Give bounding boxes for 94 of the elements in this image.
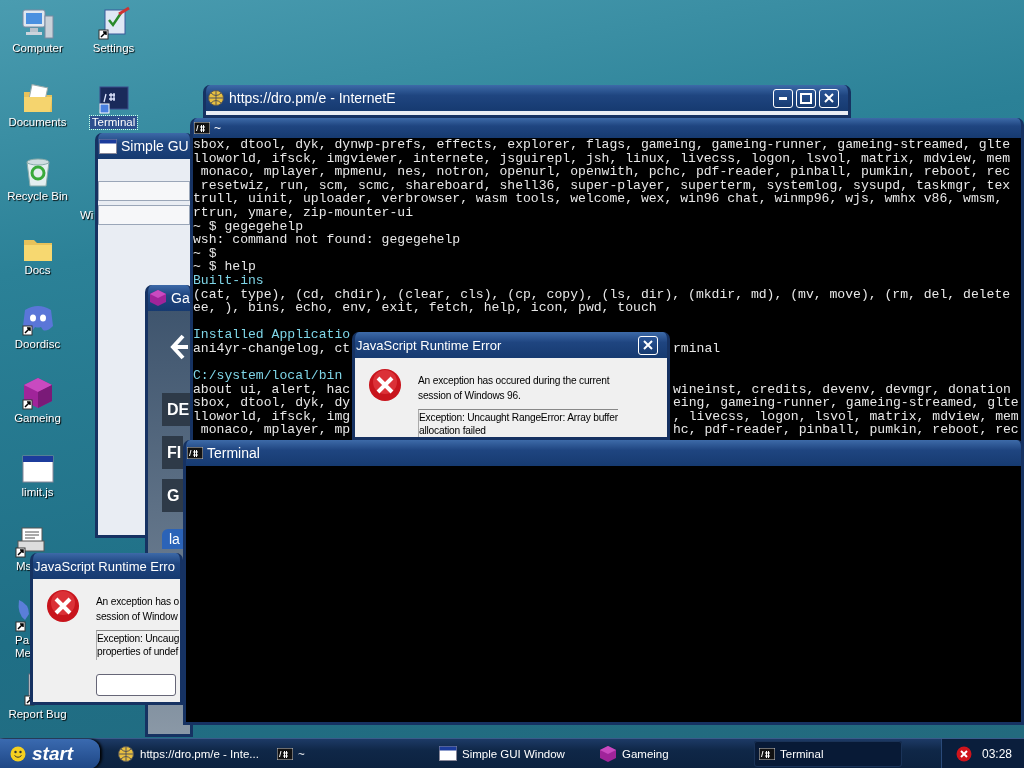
terminal-line: (cat, type), (cd, chdir), (clear, cls), (cp, copy), (ls, dir), (mkdir, md), (mv, move), (rm, del, delete — [193, 287, 1011, 302]
minimize-button[interactable] — [773, 88, 793, 108]
terminal-line: resetwiz, run, scm, scmc, shareboard, shell36, super-player, superterm, systemlog, sysupd, taskmgr, tex — [199, 178, 1011, 193]
terminal-line: monaco, mplayer, mp — [199, 423, 351, 438]
input-field[interactable] — [98, 181, 190, 201]
terminal-line: lloworld, ifsck, imgviewer, internete, jsguirepl, jsh, linux, livecss, logon, lsvol, matrix, mdview, mem — [193, 151, 1011, 166]
maximize-button[interactable] — [796, 88, 816, 108]
cube-icon — [20, 376, 55, 410]
terminal-icon — [187, 447, 203, 459]
window-title: Ga — [171, 290, 190, 306]
icon-label[interactable]: Ms — [14, 560, 34, 573]
terminal-line: rtrun, ymare, zip-mounter-ui — [193, 205, 413, 220]
back-arrow-icon[interactable] — [170, 333, 188, 361]
icon-label[interactable]: limit.js — [19, 486, 56, 499]
window-icon — [21, 454, 54, 484]
error-details: Exception: Uncaug properties of undef — [96, 630, 180, 660]
close-icon — [824, 93, 834, 103]
window-title: Simple GU — [121, 138, 189, 154]
taskbar-item[interactable]: https://dro.pm/e - Inte... — [112, 740, 260, 767]
icon-label[interactable]: Terminal — [89, 116, 138, 129]
folder-icon — [21, 84, 54, 114]
terminal-line: trull, uinit, uploader, verbrowser, wasm tools, welcome, wex, win96 chat, winmp96, wjs, wmhx v86, wmsm, — [193, 192, 1003, 206]
window-title: JavaScript Runtime Error — [356, 337, 502, 353]
terminal-icon — [277, 747, 293, 760]
maximize-icon — [800, 92, 812, 104]
terminal-icon — [98, 86, 129, 114]
close-button[interactable] — [638, 335, 658, 355]
taskbar-item[interactable]: ~ — [272, 740, 422, 767]
terminal-line: ~ $ gegegehelp — [193, 219, 303, 234]
terminal-line: , livecss, logon, lsvol, matrix, mdview, mem — [673, 409, 1019, 424]
terminal-line: hc, pdf-reader, pinball, pumkin, reboot, rec — [673, 423, 1019, 438]
window-icon — [439, 746, 457, 761]
terminal-line: wsh: command not found: gegegehelp — [193, 233, 461, 247]
taskbar-item[interactable]: Gameing — [594, 740, 742, 767]
close-icon — [643, 340, 653, 350]
terminal-line: rminal — [673, 341, 721, 356]
menu-button[interactable]: G — [162, 479, 183, 512]
error-message: An exception has occured during the current session of Windows 96. — [418, 374, 611, 403]
input-field[interactable] — [98, 205, 190, 225]
terminal-line: about ui, alert, hac — [193, 382, 351, 397]
globe-icon — [207, 89, 225, 107]
icon-label[interactable]: Computer — [10, 42, 65, 55]
error-details: Exception: Uncaught RangeError: Array buffer allocation failed — [418, 409, 618, 437]
section-heading: Built-ins — [193, 273, 264, 288]
window-icon — [99, 138, 117, 154]
terminal-line: eing, gameing-runner, gameing-streamed, glte — [673, 396, 1019, 410]
terminal-line: sbox, dtool, dyk, dynwp-prefs, effects, explorer, flags, gameing, gameing-runner, gameing-streamed, glte — [193, 138, 1011, 152]
terminal-line: ~ $ — [193, 246, 217, 261]
settings-icon — [96, 6, 131, 40]
error-icon[interactable] — [955, 745, 972, 762]
error-icon — [46, 589, 80, 623]
icon-label[interactable]: Docs — [22, 264, 53, 277]
icon-label[interactable]: Gameing — [12, 412, 63, 425]
window-title: https://dro.pm/e - InternetE — [229, 90, 396, 106]
printer-icon — [14, 526, 48, 558]
icon-label[interactable]: Wi — [80, 209, 94, 222]
smiley-icon — [10, 745, 26, 762]
menu-button[interactable]: DE — [162, 393, 190, 426]
window-title: ~ — [214, 121, 221, 135]
terminal-line: sbox, dtool, dyk, dy — [193, 396, 351, 410]
terminal-line: monaco, mplayer, mpmenu, nes, notron, openurl, openwith, pchc, pdf-reader, pinball, pumkin, reboot, rec — [199, 165, 1011, 179]
start-button[interactable]: start — [0, 738, 100, 768]
section-heading: C:/system/local/bin — [193, 369, 343, 383]
menu-button[interactable]: FI — [162, 436, 183, 469]
window-title: JavaScript Runtime Erro — [34, 558, 175, 574]
taskbar-item[interactable]: Terminal — [754, 740, 902, 767]
terminal-icon — [194, 122, 210, 134]
terminal-line: ~ $ help — [193, 260, 256, 274]
section-heading: Installed Applicatio — [193, 328, 351, 342]
window-title: Terminal — [207, 445, 260, 461]
palette-icon — [15, 598, 29, 632]
icon-label[interactable]: Documents — [6, 116, 69, 129]
terminal-line: ani4yr-changelog, ct — [193, 341, 351, 356]
terminal-line: ee, ), bins, echo, env, exit, fetch, help, icon, pwd, touch — [193, 301, 657, 315]
globe-icon — [117, 744, 135, 763]
tab[interactable]: la — [162, 529, 183, 549]
icon-label[interactable]: Report Bug — [6, 708, 69, 721]
error-icon — [368, 368, 402, 402]
minimize-icon — [779, 96, 787, 100]
error-message: An exception has o session of Window — [96, 595, 180, 624]
ok-button[interactable] — [96, 674, 176, 696]
cube-icon — [149, 289, 167, 307]
icon-label[interactable]: Pa Me — [15, 634, 30, 660]
icon-label[interactable]: Doordisc — [12, 338, 63, 351]
taskbar-item[interactable]: Simple GUI Window — [434, 740, 582, 767]
icon-label[interactable]: Settings — [90, 42, 137, 55]
computer-icon — [20, 8, 55, 40]
terminal-icon — [759, 747, 775, 760]
cube-icon — [599, 744, 617, 763]
icon-label[interactable]: Recycle Bin — [5, 190, 70, 203]
clock: 03:28 — [981, 746, 1012, 761]
terminal-line: wineinst, credits, devenv, devmgr, donation — [673, 382, 1011, 397]
terminal-line: lloworld, ifsck, img — [193, 409, 351, 424]
close-button[interactable] — [819, 88, 839, 108]
